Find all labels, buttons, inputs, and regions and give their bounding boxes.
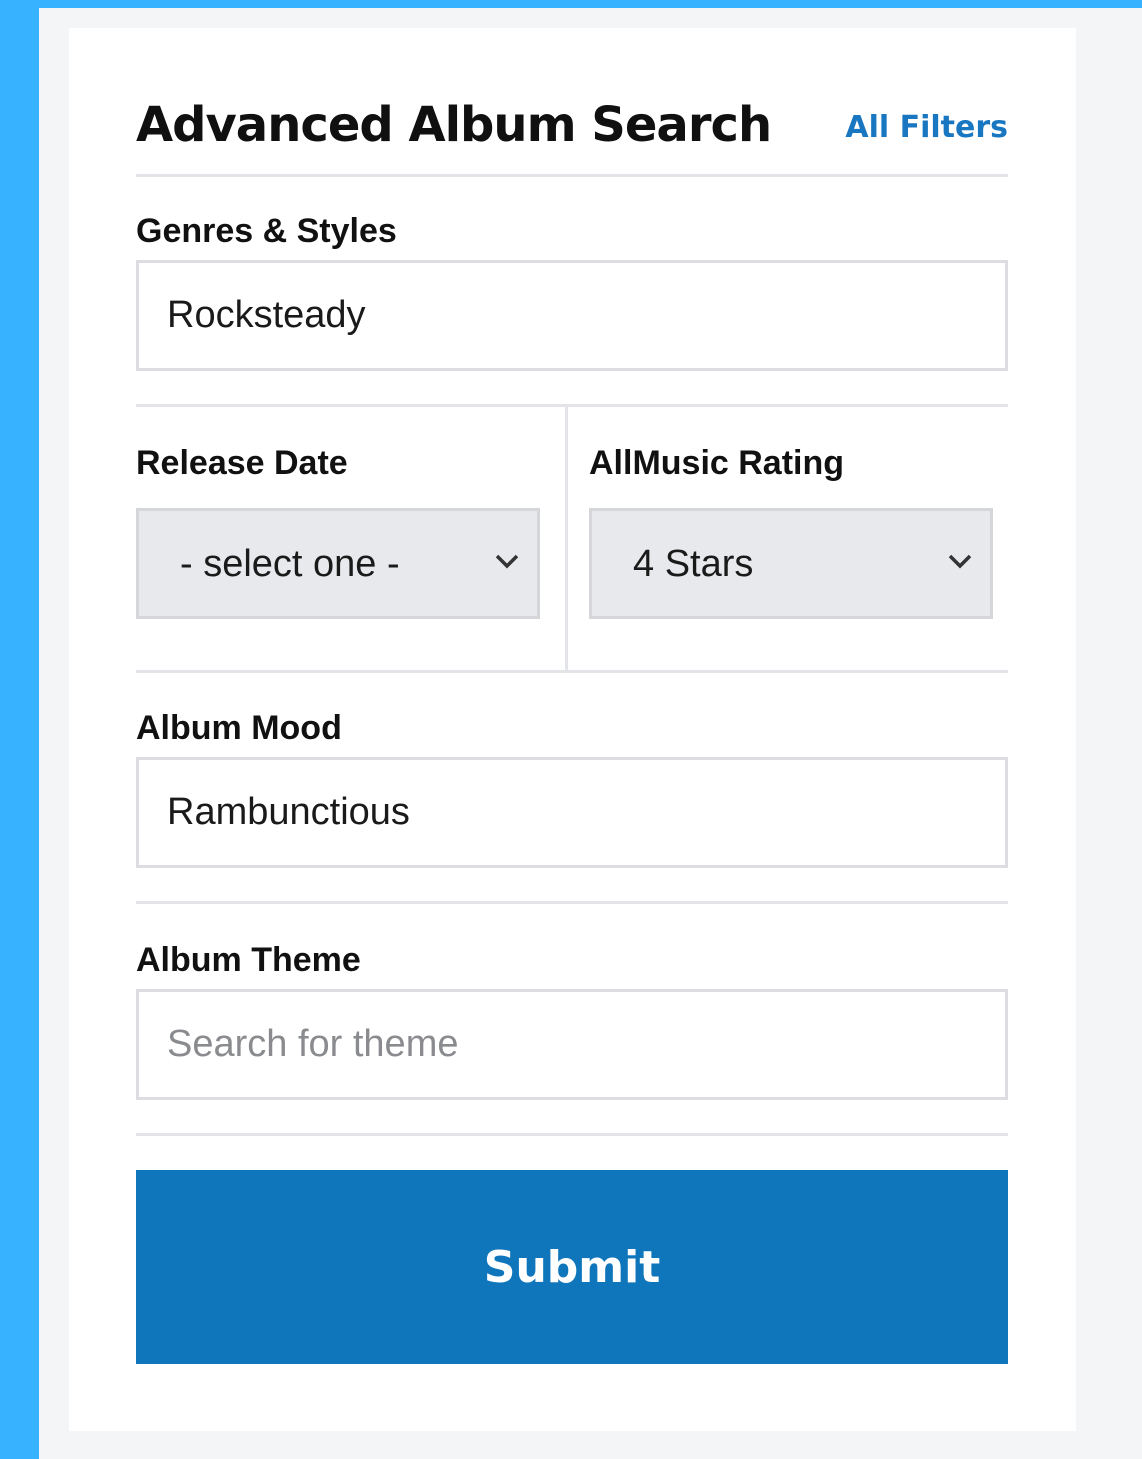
divider — [136, 1133, 1008, 1136]
release-date-select[interactable]: - select one - — [136, 508, 540, 619]
divider — [136, 901, 1008, 904]
rating-selected-value: 4 Stars — [633, 543, 754, 585]
submit-button[interactable]: Submit — [136, 1170, 1008, 1364]
chevron-down-icon — [948, 554, 972, 569]
mood-input[interactable] — [136, 757, 1008, 868]
divider — [136, 404, 1008, 407]
release-date-label: Release Date — [136, 444, 348, 482]
divider — [136, 670, 1008, 673]
chevron-down-icon — [495, 554, 519, 569]
rating-label: AllMusic Rating — [589, 444, 845, 482]
rating-select[interactable]: 4 Stars — [589, 508, 993, 619]
genres-input[interactable] — [136, 260, 1008, 371]
theme-input[interactable] — [136, 989, 1008, 1100]
advanced-album-search-panel: Advanced Album Search All Filters Genres… — [69, 28, 1076, 1431]
all-filters-link[interactable]: All Filters — [845, 110, 1008, 145]
genres-label: Genres & Styles — [136, 212, 397, 250]
mood-label: Album Mood — [136, 709, 342, 747]
window-frame-left — [0, 0, 39, 1459]
window-frame-top — [0, 0, 1142, 8]
theme-label: Album Theme — [136, 941, 361, 979]
release-date-selected-value: - select one - — [180, 543, 400, 585]
panel-header: Advanced Album Search All Filters — [136, 92, 1008, 177]
column-divider — [565, 407, 568, 670]
page-title: Advanced Album Search — [136, 97, 772, 153]
